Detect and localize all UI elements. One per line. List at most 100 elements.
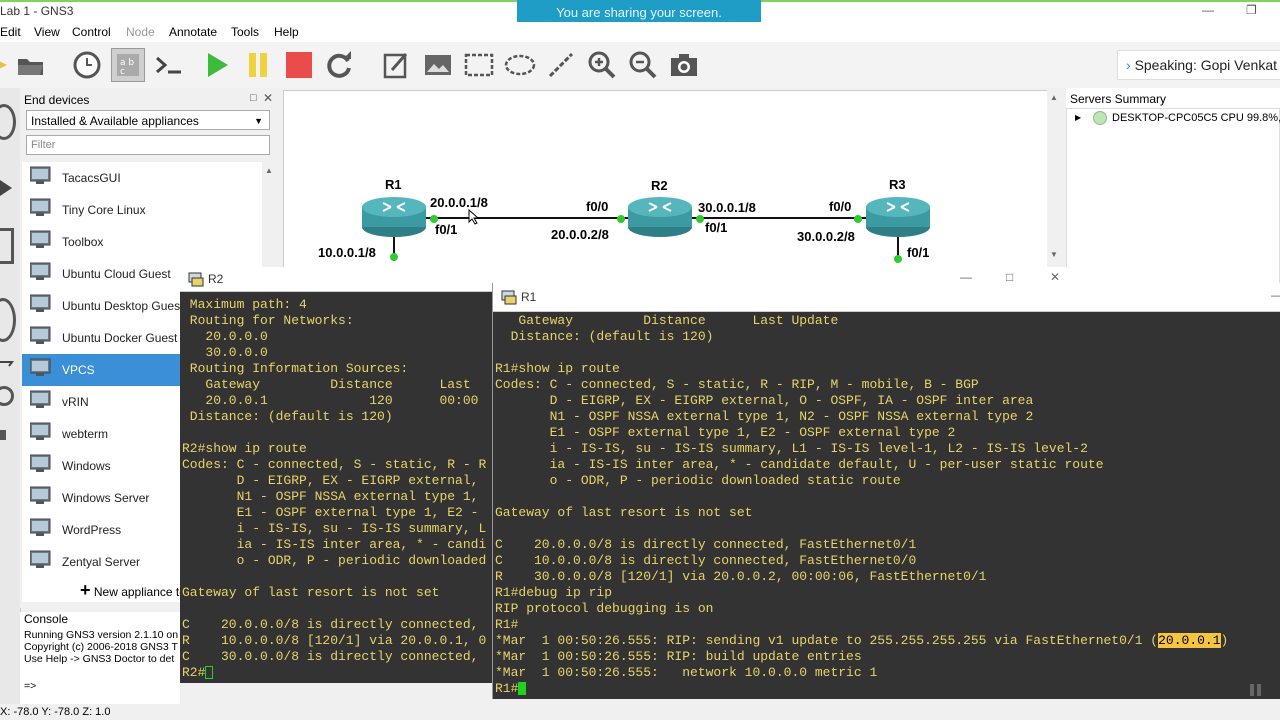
terminal-line: ia - IS-IS inter area, * - candi — [182, 537, 487, 552]
scroll-up-icon[interactable]: ▲ — [1050, 93, 1058, 102]
computer-icon — [29, 358, 52, 376]
terminal-line: Maximum path: 4 — [182, 297, 307, 312]
interface-label[interactable]: f0/1 — [907, 245, 929, 260]
link-tool-icon[interactable] — [0, 430, 6, 440]
mouse-cursor-icon — [468, 208, 480, 228]
menu-bar: Edit View Control Node Annotate Tools He… — [0, 22, 1280, 42]
menu-view[interactable]: View — [34, 25, 60, 39]
draw-ellipse-icon[interactable] — [503, 48, 537, 82]
start-all-icon[interactable] — [200, 48, 234, 82]
console-line: Running GNS3 version 2.1.10 on — [24, 629, 179, 641]
terminal-line: R1# — [495, 681, 527, 697]
device-item-label: Windows Server — [62, 491, 150, 505]
computer-icon — [29, 454, 52, 472]
console-prompt: => — [24, 680, 37, 692]
insert-picture-icon[interactable] — [421, 48, 455, 82]
interface-label[interactable]: f0/0 — [829, 199, 851, 214]
menu-control[interactable]: Control — [72, 25, 111, 39]
interface-label[interactable]: f0/0 — [586, 199, 608, 214]
device-category-value: Installed & Available appliances — [31, 114, 199, 128]
end-device-category-icon[interactable] — [0, 298, 16, 342]
menu-tools[interactable]: Tools — [231, 25, 259, 39]
close-icon[interactable]: ✕ — [1050, 270, 1060, 284]
svg-text:c: c — [120, 67, 125, 77]
terminal-r1-window[interactable]: R1 — Gateway Distance Last Update Distan… — [492, 283, 1280, 699]
ip-label[interactable]: 30.0.0.2/8 — [797, 229, 855, 244]
device-item[interactable]: Toolbox — [22, 226, 262, 258]
pause-overlay-icon[interactable] — [1249, 683, 1263, 697]
menu-node[interactable]: Node — [126, 25, 155, 39]
minimize-icon[interactable]: — — [1202, 3, 1214, 17]
screenshot-camera-icon[interactable] — [667, 48, 701, 82]
close-icon[interactable]: ✕ — [263, 91, 273, 105]
console-all-icon[interactable] — [152, 48, 186, 82]
computer-icon — [29, 294, 52, 312]
float-panel-icon[interactable]: □ — [250, 92, 257, 104]
ip-label[interactable]: 10.0.0.1/8 — [318, 245, 376, 260]
terminal-line: *Mar 1 00:50:26.555: RIP: build update e… — [495, 649, 862, 664]
terminal-line: *Mar 1 00:50:26.555: RIP: sending v1 upd… — [495, 633, 1229, 648]
ip-label[interactable]: 20.0.0.1/8 — [430, 195, 488, 210]
add-note-icon[interactable] — [380, 48, 414, 82]
open-folder-icon[interactable] — [14, 48, 48, 82]
terminal-line: 30.0.0.0 — [182, 345, 268, 360]
terminal-line: E1 - OSPF external type 1, E2 - OSPF ext… — [495, 425, 956, 440]
canvas-scrollbar[interactable]: ▲ ▼ — [1047, 90, 1061, 280]
router-r1-label[interactable]: R1 — [385, 177, 402, 192]
all-devices-category-icon[interactable] — [0, 386, 14, 406]
expand-icon[interactable]: ▶ — [1075, 113, 1081, 122]
device-item-label: Zentyal Server — [62, 555, 141, 569]
play-category-icon[interactable] — [0, 180, 12, 199]
draw-line-icon[interactable] — [544, 48, 578, 82]
minimize-icon[interactable]: — — [960, 270, 972, 284]
terminal-cursor — [205, 666, 214, 680]
router-r2-label[interactable]: R2 — [651, 178, 668, 193]
selected-text-highlight[interactable]: 20.0.0.1 — [1158, 633, 1221, 648]
computer-icon — [29, 486, 52, 504]
maximize-icon[interactable]: ❐ — [1246, 3, 1257, 17]
terminal-r2-title: R2 — [208, 272, 224, 286]
router-r3-icon[interactable] — [865, 195, 931, 242]
menu-help[interactable]: Help — [274, 25, 299, 39]
interface-label[interactable]: f0/1 — [705, 220, 727, 235]
terminal-line: Routing for Networks: — [182, 313, 354, 328]
router-r1-icon[interactable] — [361, 195, 427, 242]
device-item[interactable]: Tiny Core Linux — [22, 194, 262, 226]
scroll-up-icon[interactable]: ▲ — [265, 166, 273, 175]
terminal-line: *Mar 1 00:50:26.555: network 10.0.0.0 me… — [495, 665, 878, 680]
security-category-icon[interactable] — [0, 360, 14, 377]
device-item[interactable]: TacacsGUI — [22, 162, 262, 194]
device-category-select[interactable]: Installed & Available appliances ▼ — [26, 110, 270, 130]
console-line: Copyright (c) 2006-2018 GNS3 T — [24, 641, 178, 653]
stop-all-icon[interactable] — [282, 48, 316, 82]
interface-label[interactable]: f0/1 — [435, 222, 457, 237]
terminal-line: ia - IS-IS inter area, * - candidate def… — [495, 457, 1104, 472]
show-interface-labels-icon[interactable]: a bc — [111, 48, 145, 82]
server-entry[interactable]: DESKTOP-CPC05C5 CPU 99.8%, R — [1112, 112, 1280, 124]
switch-category-icon[interactable] — [0, 228, 14, 264]
ip-label[interactable]: 30.0.0.1/8 — [698, 200, 756, 215]
status-bar: X: -78.0 Y: -78.0 Z: 1.0 — [0, 704, 1280, 720]
device-filter-input[interactable]: Filter — [26, 135, 270, 155]
draw-rectangle-icon[interactable] — [462, 48, 496, 82]
suspend-all-icon[interactable] — [241, 48, 275, 82]
maximize-icon[interactable]: □ — [1006, 270, 1013, 284]
servers-summary-panel: Servers Summary ▶ DESKTOP-CPC05C5 CPU 99… — [1066, 88, 1280, 288]
terminal-r2-output[interactable]: Maximum path: 4 Routing for Networks: 20… — [182, 297, 492, 683]
ip-label[interactable]: 20.0.0.2/8 — [551, 227, 609, 242]
terminal-r1-output[interactable]: Gateway Distance Last Update Distance: (… — [495, 313, 1280, 699]
menu-edit[interactable]: Edit — [0, 25, 21, 39]
router-r3-label[interactable]: R3 — [889, 177, 906, 192]
zoom-in-icon[interactable] — [585, 48, 619, 82]
reload-all-icon[interactable] — [323, 48, 357, 82]
console-output[interactable]: Running GNS3 version 2.1.10 on Copyright… — [20, 628, 180, 704]
device-item-label: Toolbox — [62, 235, 104, 249]
minimize-icon[interactable]: — — [1271, 288, 1280, 302]
menu-annotate[interactable]: Annotate — [169, 25, 217, 39]
router-r2-icon[interactable] — [627, 195, 693, 242]
snapshot-clock-icon[interactable] — [70, 48, 104, 82]
router-category-icon[interactable] — [0, 104, 16, 140]
scroll-down-icon[interactable]: ▼ — [1050, 250, 1058, 259]
topology-canvas[interactable]: R1 R2 R3 20.0.0.1/8 f0/1 f0/0 20.0.0.2/8… — [283, 90, 1049, 282]
zoom-out-icon[interactable] — [626, 48, 660, 82]
